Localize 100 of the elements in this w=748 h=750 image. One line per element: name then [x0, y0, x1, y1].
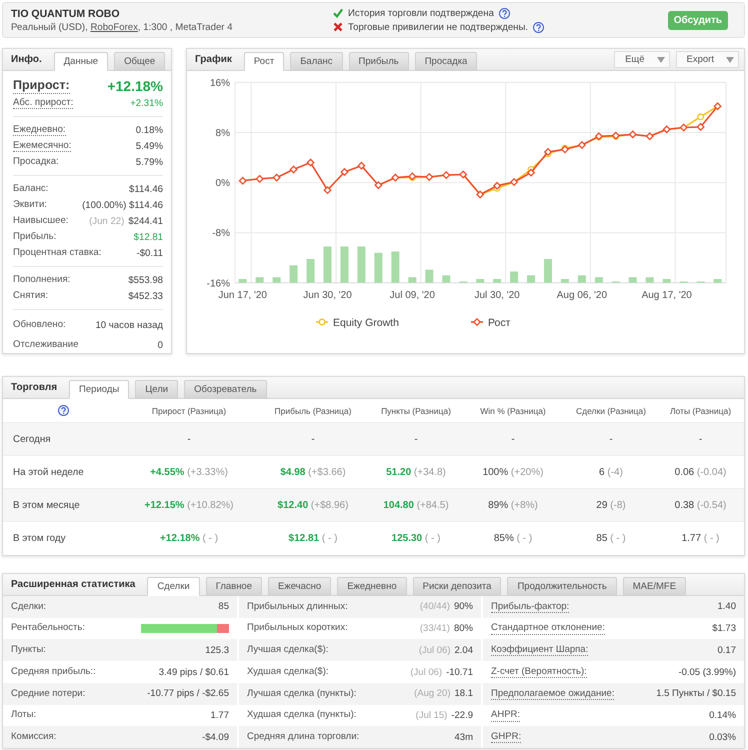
info-label: Ежедневно:	[13, 124, 66, 136]
info-label: Пополнения:	[13, 274, 70, 286]
info-value: +12.18%	[107, 78, 163, 94]
stat-label: Средняя прибыль::	[11, 666, 96, 678]
info-label: Эквити:	[13, 198, 47, 212]
stat-label: Лоты:	[11, 709, 36, 722]
table-cell-text: $4.98 (+$3.66)	[279, 466, 347, 478]
stat-note: (Jul 06)	[418, 644, 450, 656]
date-note: (Jun 22)	[89, 216, 124, 226]
stat-value: 80%	[454, 623, 473, 634]
stat-label: GHPR:	[491, 730, 522, 744]
info-value: 0	[158, 340, 163, 350]
table-cell-text: 51.20 (+34.8)	[385, 466, 447, 478]
row-label: В этом месяце	[12, 500, 81, 510]
y-axis-label: 0%	[216, 178, 230, 190]
info-label: Прирост:	[13, 78, 70, 94]
info-value: 5.49%	[136, 140, 163, 152]
table-cell-text: 85% ( - )	[492, 533, 534, 544]
stat-label: Предполагаемое ожидание:	[491, 688, 614, 700]
info-value: $12.81	[134, 232, 163, 242]
stat-value: -22.9	[451, 710, 473, 721]
table-cell-text: 0.06 (-0.04)	[674, 466, 728, 478]
table-cell-text: +12.15% (+10.82%)	[144, 500, 234, 510]
stat-label: Средние потери:	[11, 688, 86, 700]
row-label: На этой неделе	[12, 466, 85, 478]
column-header: Лоты (Разница)	[668, 406, 732, 416]
info-label: Баланс:	[13, 182, 48, 196]
info-value: -$0.11	[136, 248, 163, 258]
info-label: Абс. прирост:	[13, 96, 74, 110]
info-value: (100.00%) $114.46	[82, 200, 163, 210]
column-header: Прирост (Разница)	[150, 406, 228, 416]
verification-status: История торговли подтверждена	[348, 8, 494, 18]
table-cell-text: 100% (+20%)	[482, 466, 544, 478]
stat-value: 18.1	[454, 688, 473, 700]
info-label: Процентная ставка:	[13, 246, 102, 260]
info-label: Обновлено:	[13, 318, 66, 332]
info-value: $553.98	[128, 274, 163, 286]
stat-label: Стандартное отклонение:	[491, 622, 605, 635]
stat-value: 90%	[454, 601, 473, 612]
stat-value: 43m	[454, 732, 473, 743]
table-cell-text: +12.18% ( - )	[158, 533, 220, 544]
x-axis-label: Jul 09, '20	[390, 290, 435, 301]
stat-value: 3.49 pips / $0.61	[158, 666, 229, 678]
stat-value: 125.3	[205, 644, 229, 656]
stat-value: 1.5 Пункты / $0.15	[656, 688, 736, 700]
column-header: Прибыль (Разница)	[274, 406, 352, 416]
stat-label: Коэффициент Шарпа:	[491, 644, 588, 656]
table-cell-text: 85 ( - )	[595, 533, 627, 544]
info-value: $244.41	[128, 216, 163, 226]
x-axis-label: Jun 30, '20	[303, 290, 352, 301]
stat-value: 85	[218, 601, 229, 612]
column-header: Пункты (Разница)	[380, 406, 452, 416]
row-label: В этом году	[12, 533, 67, 544]
stat-label: Лучшая сделка (пункты):	[247, 688, 356, 700]
table-cell-text: -	[608, 434, 614, 444]
info-label: Ежемесячно:	[13, 140, 72, 152]
stat-label: Прибыль-фактор:	[491, 600, 570, 614]
table-cell-text: -	[310, 434, 316, 444]
x-axis-label: Jul 30, '20	[474, 290, 520, 301]
y-axis-label: -16%	[206, 278, 230, 290]
stat-label: Худшая сделка (пункты):	[247, 709, 356, 722]
table-cell-text: 89% (+8%)	[487, 500, 539, 510]
info-value: $452.33	[128, 290, 163, 302]
table-cell-text: 29 (-8)	[595, 500, 627, 510]
stat-value: $1.73	[712, 623, 736, 634]
stat-value: -10.77 pips / -$2.65	[147, 688, 229, 700]
stat-label: Прибыльных коротких:	[247, 622, 348, 635]
panel-title: График	[195, 54, 232, 65]
table-cell-text: $12.81 ( - )	[288, 533, 338, 544]
y-axis-label: 8%	[216, 128, 230, 139]
stat-label: Z-счет (Вероятность):	[491, 666, 587, 678]
stat-note: (Aug 20)	[414, 688, 450, 700]
stat-value: 1.77	[210, 710, 229, 721]
table-cell-text: 6 (-4)	[598, 466, 624, 478]
info-label: Отслеживание	[13, 338, 78, 352]
info-value: +2.31%	[130, 98, 163, 108]
stat-label: Рентабельность:	[11, 622, 85, 635]
info-label: Прибыль:	[13, 230, 56, 244]
table-cell-text: 125.30 ( - )	[390, 533, 442, 544]
y-axis-label: -8%	[212, 228, 230, 240]
stat-note: (33/41)	[420, 623, 450, 634]
stat-note: (40/44)	[420, 601, 450, 612]
table-cell-text: 0.38 (-0.54)	[674, 500, 728, 510]
account-title: TIO QUANTUM ROBO	[11, 8, 120, 20]
stat-note: (Jul 15)	[416, 710, 448, 721]
table-cell-text: -	[186, 434, 192, 444]
info-value: $114.46	[129, 184, 163, 194]
column-header: Сделки (Разница)	[575, 406, 647, 416]
table-cell-text: 1.77 ( - )	[680, 533, 720, 544]
stat-value: 2.04	[454, 644, 473, 656]
row-label: Сегодня	[12, 434, 52, 444]
panel-title: Расширенная статистика	[11, 579, 136, 590]
info-label: Снятия:	[13, 290, 48, 302]
x-axis-label: Aug 17, '20	[642, 290, 692, 301]
table-cell-text: -	[413, 434, 419, 444]
info-label: Просадка:	[13, 156, 59, 168]
stat-label: AHPR:	[491, 709, 520, 722]
account-subtitle: Реальный (USD), RoboForex, 1:300 , MetaTrader 4	[11, 22, 234, 32]
info-value: 0.18%	[136, 124, 163, 136]
verification-status: Торговые привилегии не подтверждены.	[348, 22, 528, 32]
